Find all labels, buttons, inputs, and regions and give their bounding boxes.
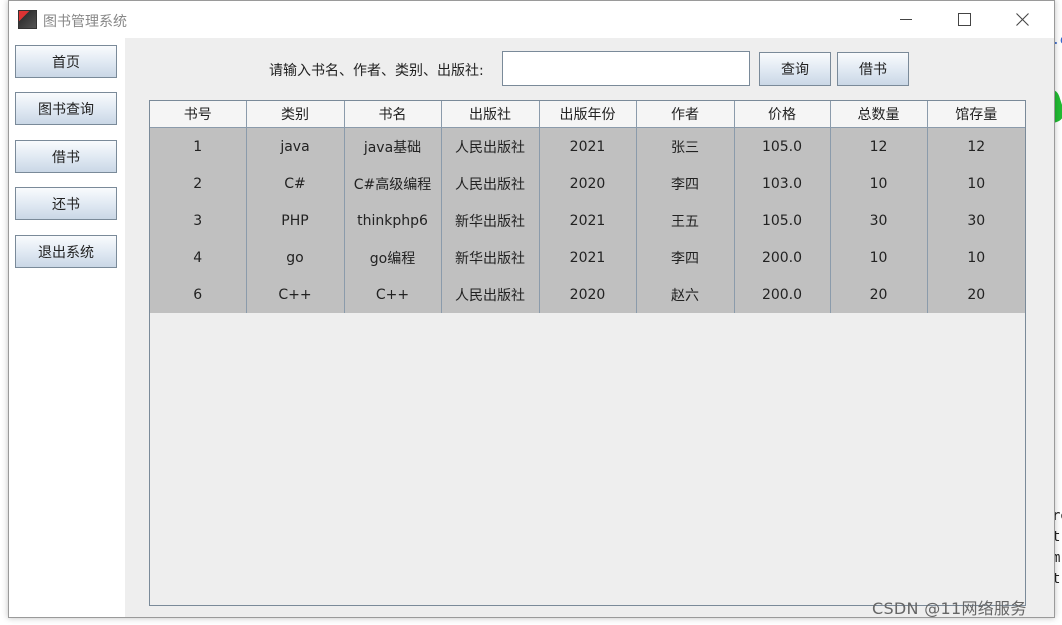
maximize-icon [957,13,971,26]
table-header-row: 书号 类别 书名 出版社 出版年份 作者 价格 总数量 馆存量 [150,101,1025,128]
table-cell[interactable]: 12 [927,127,1025,165]
query-button[interactable]: 查询 [759,52,831,86]
nav-exit-button[interactable]: 退出系统 [15,235,117,268]
close-icon [1015,13,1029,26]
table-cell[interactable]: go编程 [344,239,442,276]
books-table: 书号 类别 书名 出版社 出版年份 作者 价格 总数量 馆存量 1 java j… [150,101,1025,313]
table-row[interactable]: 1 java java基础 人民出版社 2021 张三 105.0 12 12 [150,127,1025,165]
minimize-button[interactable] [877,1,935,38]
table-cell[interactable]: C# [246,165,345,202]
nav-book-search-button[interactable]: 图书查询 [15,92,117,125]
search-label: 请输入书名、作者、类别、出版社: [269,63,484,79]
table-cell[interactable]: 李四 [636,239,735,276]
table-cell[interactable]: 王五 [636,202,735,239]
table-row[interactable]: 2 C# C#高级编程 人民出版社 2020 李四 103.0 10 10 [150,165,1025,202]
table-cell[interactable]: 103.0 [734,165,831,202]
nav-home-button[interactable]: 首页 [15,45,117,78]
window-title: 图书管理系统 [43,14,127,30]
table-cell[interactable]: C#高级编程 [344,165,442,202]
table-cell[interactable]: 人民出版社 [441,276,540,313]
table-cell[interactable]: 10 [830,239,928,276]
column-header-title[interactable]: 书名 [344,101,442,128]
column-header-year[interactable]: 出版年份 [539,101,637,128]
nav-borrow-button[interactable]: 借书 [15,140,117,173]
table-cell[interactable]: 20 [927,276,1025,313]
table-cell[interactable]: 2020 [539,165,637,202]
table-cell[interactable]: 105.0 [734,127,831,165]
table-row[interactable]: 4 go go编程 新华出版社 2021 李四 200.0 10 10 [150,239,1025,276]
table-cell[interactable]: 赵六 [636,276,735,313]
nav-return-button[interactable]: 还书 [15,187,117,220]
csdn-watermark: CSDN @11网络服务 [872,599,1027,618]
table-cell[interactable]: 李四 [636,165,735,202]
minimize-icon [900,19,912,20]
sidebar: 首页 图书查询 借书 还书 退出系统 [9,38,125,617]
table-cell[interactable]: PHP [246,202,345,239]
table-cell[interactable]: 2021 [539,127,637,165]
search-input[interactable] [502,51,750,86]
table-cell[interactable]: 4 [150,239,247,276]
table-cell[interactable]: 10 [830,165,928,202]
table-cell[interactable]: 10 [927,239,1025,276]
table-cell[interactable]: 12 [830,127,928,165]
table-cell[interactable]: 张三 [636,127,735,165]
table-cell[interactable]: 新华出版社 [441,202,540,239]
title-bar[interactable]: 图书管理系统 [9,1,1054,38]
app-window: 图书管理系统 首页 图书查询 借书 还书 退出系统 请输入书名、作者、类别、出版… [8,0,1055,618]
maximize-button[interactable] [935,1,993,38]
table-cell[interactable]: 3 [150,202,247,239]
table-cell[interactable]: 2021 [539,202,637,239]
table-cell[interactable]: 30 [927,202,1025,239]
column-header-category[interactable]: 类别 [246,101,345,128]
table-cell[interactable]: 200.0 [734,276,831,313]
table-cell[interactable]: 10 [927,165,1025,202]
column-header-stock[interactable]: 馆存量 [927,101,1025,128]
table-cell[interactable]: 105.0 [734,202,831,239]
table-cell[interactable]: C++ [246,276,345,313]
column-header-author[interactable]: 作者 [636,101,735,128]
table-cell[interactable]: 人民出版社 [441,165,540,202]
table-row[interactable]: 6 C++ C++ 人民出版社 2020 赵六 200.0 20 20 [150,276,1025,313]
java-app-icon [18,10,37,29]
close-button[interactable] [993,1,1051,38]
main-content: 请输入书名、作者、类别、出版社: 查询 借书 书号 类别 书名 出版社 出版年份 [125,38,1054,617]
table-cell[interactable]: C++ [344,276,442,313]
table-cell[interactable]: java [246,127,345,165]
table-cell[interactable]: 2 [150,165,247,202]
table-cell[interactable]: 1 [150,127,247,165]
column-header-book-id[interactable]: 书号 [150,101,247,128]
table-cell[interactable]: 6 [150,276,247,313]
table-cell[interactable]: 人民出版社 [441,127,540,165]
table-cell[interactable]: go [246,239,345,276]
table-cell[interactable]: 2021 [539,239,637,276]
table-cell[interactable]: 200.0 [734,239,831,276]
column-header-price[interactable]: 价格 [734,101,831,128]
table-row[interactable]: 3 PHP thinkphp6 新华出版社 2021 王五 105.0 30 3… [150,202,1025,239]
books-table-scrollpane[interactable]: 书号 类别 书名 出版社 出版年份 作者 价格 总数量 馆存量 1 java j… [149,100,1026,606]
table-cell[interactable]: 2020 [539,276,637,313]
table-cell[interactable]: thinkphp6 [344,202,442,239]
table-cell[interactable]: 30 [830,202,928,239]
table-cell[interactable]: 新华出版社 [441,239,540,276]
column-header-publisher[interactable]: 出版社 [441,101,540,128]
column-header-total[interactable]: 总数量 [830,101,928,128]
table-cell[interactable]: 20 [830,276,928,313]
borrow-button[interactable]: 借书 [837,52,909,86]
table-cell[interactable]: java基础 [344,127,442,165]
